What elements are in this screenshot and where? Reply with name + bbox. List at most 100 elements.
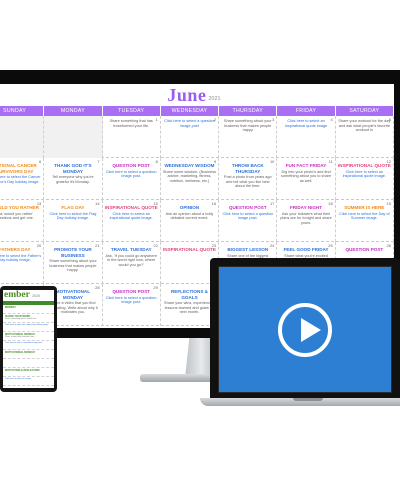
day-number: 2 (213, 117, 217, 122)
image-select-link[interactable]: Click here to select a question image po… (105, 296, 158, 305)
image-select-link[interactable]: Click here to select a question image po… (221, 212, 274, 221)
post-title: THROW BACK THURSDAY (231, 163, 264, 174)
post-description: Ask, 'If you could go anywhere in the wo… (105, 253, 157, 267)
image-select-link[interactable]: Click here to select the Flag Day holida… (46, 212, 99, 221)
calendar-day-cell: 21 PROMOTE YOUR BUSINESS Share something a… (44, 242, 103, 284)
tablet-entry: MOTIVATIONAL MONDAY (3, 350, 54, 359)
image-select-link[interactable]: Click here to select a question image po… (163, 119, 216, 128)
tablet-entry (3, 359, 54, 368)
weekday-thursday: THURSDAY (219, 106, 278, 116)
day-number: 7 (97, 159, 100, 164)
post-title: QUESTION POST (112, 289, 151, 294)
calendar-day-cell (44, 116, 103, 158)
day-number: 12 (386, 159, 391, 164)
weekday-tuesday: TUESDAY (102, 106, 161, 116)
post-title: WEDNESDAY WISDOM (164, 163, 215, 168)
calendar-day-cell: 22 TRAVEL TUESDAY Ask, 'If you could go an… (103, 242, 161, 284)
image-select-link[interactable]: Click here to select an inspirational qu… (105, 212, 158, 221)
calendar-day-cell: 10 THROW BACK THURSDAY Post a photo from y… (219, 158, 278, 200)
day-number: 15 (153, 201, 158, 206)
day-number: 8 (155, 159, 158, 164)
calendar-week: 13WOULD YOU RATHERAsk 'would you rather'… (0, 200, 394, 242)
tablet-device: ember 2020 MONDAY SHARE YOUR WORK Share so… (0, 286, 57, 392)
tablet-year: 2020 (32, 294, 40, 298)
post-title: NATIONAL CANCER SURVIVORS DAY (0, 163, 37, 174)
day-number: 9 (213, 159, 217, 164)
tablet-entry[interactable]: Click here to select an image. (3, 377, 54, 386)
calendar-day-cell: 13WOULD YOU RATHERAsk 'would you rather'… (0, 200, 45, 242)
calendar-day-cell: 9 WEDNESDAY WISDOM Share some wisdom. (Bus… (161, 158, 220, 200)
calendar-day-cell[interactable]: 6NATIONAL CANCER SURVIVORS DAYClick here… (0, 158, 45, 200)
day-number: 21 (95, 243, 100, 248)
day-number: 29 (153, 285, 158, 290)
laptop-lid (210, 258, 400, 398)
post-description: Ask an opinion about a hotly debated cur… (165, 211, 214, 221)
calendar-day-cell[interactable]: 4 Click here to select an inspirational q… (277, 116, 336, 158)
day-number: 11 (328, 159, 333, 164)
weekday-saturday: SATURDAY (335, 106, 394, 116)
post-description: Ask 'would you rather' questions and get… (0, 211, 34, 221)
day-number: 6 (39, 159, 42, 164)
post-title: QUESTION POST (112, 163, 151, 168)
tablet-entry[interactable]: Click here to select a question image po… (3, 341, 54, 350)
post-title: FATHERS DAY (0, 247, 31, 252)
calendar-day-cell: 7 THANK GOD IT'S MONDAY Tell everyone why … (44, 158, 103, 200)
calendar-year: 2021 (208, 95, 221, 102)
image-select-link[interactable]: Click here to select the Day of Summer i… (338, 212, 391, 221)
post-description: Ask your followers what their plans are … (280, 211, 332, 225)
calendar-day-cell[interactable]: 2 Click here to select a question image p… (161, 116, 220, 158)
post-title: QUESTION POST (345, 247, 384, 252)
weekday-header-row: SUNDAY MONDAY TUESDAY WEDNESDAY THURSDAY FRID… (0, 106, 394, 116)
calendar-day-cell[interactable]: 14 FLAG DAY Click here to select the Flag … (44, 200, 103, 242)
post-title: INSPIRATIONAL QUOTE (337, 163, 391, 168)
day-number: 16 (211, 201, 217, 206)
calendar-day-cell[interactable]: 12 INSPIRATIONAL QUOTE Click here to selec… (336, 158, 394, 200)
image-select-link[interactable]: Click here to select a question image po… (105, 170, 158, 179)
calendar-week: 1 Share something that has transformed yo… (0, 116, 394, 158)
day-number: 18 (328, 201, 333, 206)
calendar-day-cell (0, 116, 45, 158)
post-description: Share some wisdom. (Business advice, mar… (162, 169, 217, 183)
post-title: FLAG DAY (61, 205, 85, 210)
tablet-entry-body[interactable]: Click here to select an image. (5, 378, 52, 381)
calendar-day-cell[interactable]: 20 FATHERS DAY Click here to select the Fa… (0, 242, 45, 284)
calendar-week: 6NATIONAL CANCER SURVIVORS DAYClick here… (0, 158, 394, 200)
day-number: 4 (330, 117, 333, 122)
calendar-day-cell[interactable]: 29 QUESTION POST Click here to select a qu… (103, 284, 161, 326)
post-description: Dig into your photo's and find something… (281, 169, 332, 183)
play-icon[interactable] (278, 302, 332, 357)
image-select-link[interactable]: Click here to select an inspirational qu… (279, 119, 332, 128)
calendar-day-cell[interactable]: 15 INSPIRATIONAL QUOTE Click here to selec… (103, 200, 161, 242)
image-select-link[interactable]: Click here to select the Cancer Survivor… (0, 175, 41, 184)
calendar-day-cell: 18 FRIDAY NIGHT Ask your followers what th… (277, 200, 336, 242)
weekday-wednesday: WEDNESDAY (160, 106, 220, 116)
tablet-entry: MOTIVATIONAL MONDAY Share a video that mo… (3, 332, 54, 341)
image-select-link[interactable]: Click here to select an inspirational qu… (338, 170, 391, 179)
tablet-entry-body: Share a video that motivates you. (5, 335, 35, 338)
tablet-entry: MONDAY (3, 305, 54, 314)
calendar-day-cell[interactable]: 17 QUESTION POST Click here to select a qu… (219, 200, 278, 242)
calendar-month: June (167, 84, 207, 105)
calendar-day-cell[interactable]: 8 QUESTION POST Click here to select a que… (103, 158, 161, 200)
calendar-day-cell: 1 Share something that has transformed yo… (103, 116, 161, 158)
previous-week-strip (0, 0, 400, 70)
day-number: 20 (36, 243, 42, 248)
video-player[interactable] (218, 266, 392, 393)
tablet-entry[interactable]: Click here to select the Labor Day holid… (3, 323, 54, 332)
tablet-entry-body[interactable]: Click here to select a question image po… (5, 342, 52, 345)
calendar-day-cell[interactable]: 19 SUMMER IS HERE Click here to select the… (336, 200, 394, 242)
tablet-entry-body[interactable]: Click here to select the Labor Day holid… (5, 324, 52, 327)
tablet-month-title: ember 2020 (3, 290, 54, 301)
post-title: PROMOTE YOUR BUSINESS (54, 247, 92, 258)
post-title: FRIDAY NIGHT (289, 205, 323, 210)
laptop-notch (293, 398, 323, 401)
post-title: OPINION (179, 205, 200, 210)
day-number: 5 (388, 117, 391, 122)
post-title: THANK GOD IT'S MONDAY (54, 163, 92, 174)
calendar-header: June 2021 (0, 84, 394, 106)
calendar-day-cell: 11 FUN FACT FRIDAY Dig into your photo's a… (277, 158, 336, 200)
post-title: REFLECTIONS & GOALS (170, 289, 208, 300)
image-select-link[interactable]: Click here to select the Father's Day ho… (0, 254, 41, 263)
post-title: QUESTION POST (228, 205, 267, 210)
tablet-entry-title: MOTIVATIONAL MONDAY (5, 350, 36, 354)
